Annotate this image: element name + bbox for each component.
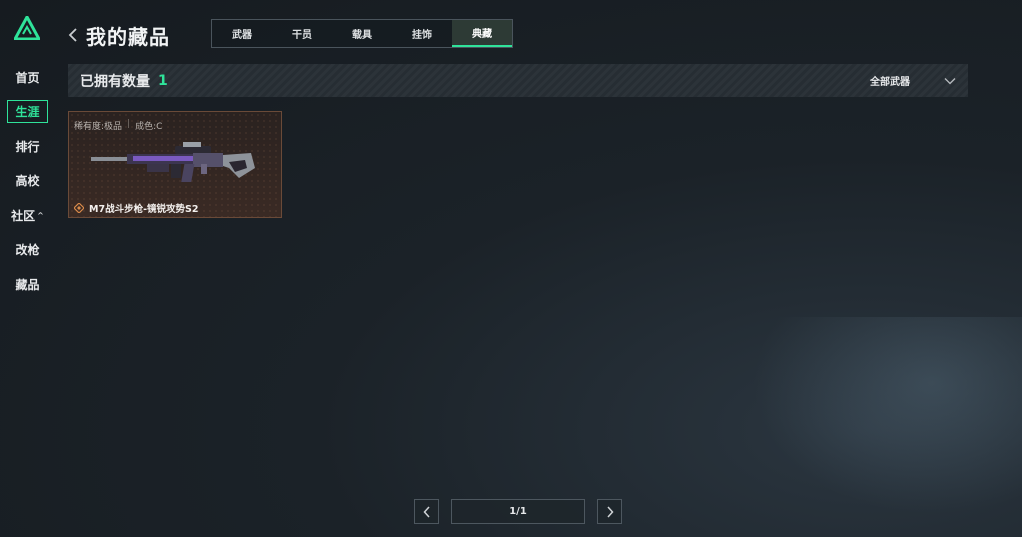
triangle-logo-icon[interactable] bbox=[14, 16, 40, 40]
sidebar: 首页 生涯 排行 高校 社区 ^ 改枪 藏品 bbox=[0, 0, 55, 537]
sidebar-item-label: 生涯 bbox=[7, 100, 48, 123]
owned-count-bar: 已拥有数量 1 全部武器 bbox=[68, 64, 968, 97]
next-page-button[interactable] bbox=[597, 499, 622, 524]
weapon-filter-dropdown[interactable]: 全部武器 bbox=[870, 64, 956, 97]
back-button[interactable] bbox=[68, 23, 84, 47]
item-condition: 成色:C bbox=[135, 122, 163, 132]
sidebar-item-label: 首页 bbox=[15, 70, 40, 85]
tab-operators[interactable]: 干员 bbox=[272, 20, 332, 47]
filter-label: 全部武器 bbox=[870, 77, 910, 88]
chevron-left-icon bbox=[422, 505, 430, 518]
prev-page-button[interactable] bbox=[414, 499, 439, 524]
sidebar-item-home[interactable]: 首页 bbox=[0, 66, 55, 88]
background-storm bbox=[722, 317, 1022, 537]
sidebar-item-college[interactable]: 高校 bbox=[0, 170, 55, 192]
sidebar-item-label: 改枪 bbox=[15, 243, 40, 257]
category-tabs: 武器 干员 载具 挂饰 典藏 bbox=[211, 19, 513, 48]
item-name-row: M7战斗步枪-镜锐攻势S2 bbox=[74, 201, 198, 215]
sidebar-item-ranking[interactable]: 排行 bbox=[0, 135, 55, 157]
tab-collectibles[interactable]: 典藏 bbox=[452, 20, 512, 47]
owned-count-value: 1 bbox=[158, 72, 168, 89]
collection-item-card[interactable]: 稀有度:极品 | 成色:C M7战斗步枪-镜锐攻势S2 bbox=[68, 111, 282, 218]
sidebar-item-label: 高校 bbox=[15, 174, 40, 188]
item-name: M7战斗步枪-镜锐攻势S2 bbox=[89, 204, 199, 215]
item-rarity: 稀有度:极品 bbox=[74, 122, 123, 132]
page-header: 我的藏品 bbox=[68, 20, 170, 50]
sidebar-item-label: 社区 bbox=[11, 208, 36, 223]
sidebar-nav: 首页 生涯 排行 高校 社区 ^ 改枪 藏品 bbox=[0, 66, 55, 308]
tab-charms[interactable]: 挂饰 bbox=[392, 20, 452, 47]
page-title: 我的藏品 bbox=[86, 24, 170, 49]
meta-divider: | bbox=[127, 119, 131, 129]
caret-up-icon: ^ bbox=[37, 210, 44, 220]
chevron-down-icon bbox=[944, 77, 956, 84]
diamond-gem-icon bbox=[74, 203, 84, 213]
sidebar-item-community[interactable]: 社区 ^ bbox=[0, 204, 55, 226]
page-indicator: 1/1 bbox=[451, 499, 585, 524]
owned-count-label: 已拥有数量 bbox=[80, 73, 150, 90]
pagination: 1/1 bbox=[414, 499, 622, 524]
chevron-left-icon bbox=[68, 28, 77, 42]
sidebar-item-collection[interactable]: 藏品 bbox=[0, 273, 55, 295]
tab-weapons[interactable]: 武器 bbox=[212, 20, 272, 47]
chevron-right-icon bbox=[606, 505, 614, 518]
sidebar-item-gunsmith[interactable]: 改枪 bbox=[0, 239, 55, 261]
tab-vehicles[interactable]: 载具 bbox=[332, 20, 392, 47]
item-meta: 稀有度:极品 | 成色:C bbox=[74, 119, 162, 132]
rifle-image bbox=[91, 142, 255, 182]
sidebar-item-label: 排行 bbox=[15, 139, 40, 154]
sidebar-item-career[interactable]: 生涯 bbox=[0, 100, 55, 123]
sidebar-item-label: 藏品 bbox=[15, 277, 40, 292]
